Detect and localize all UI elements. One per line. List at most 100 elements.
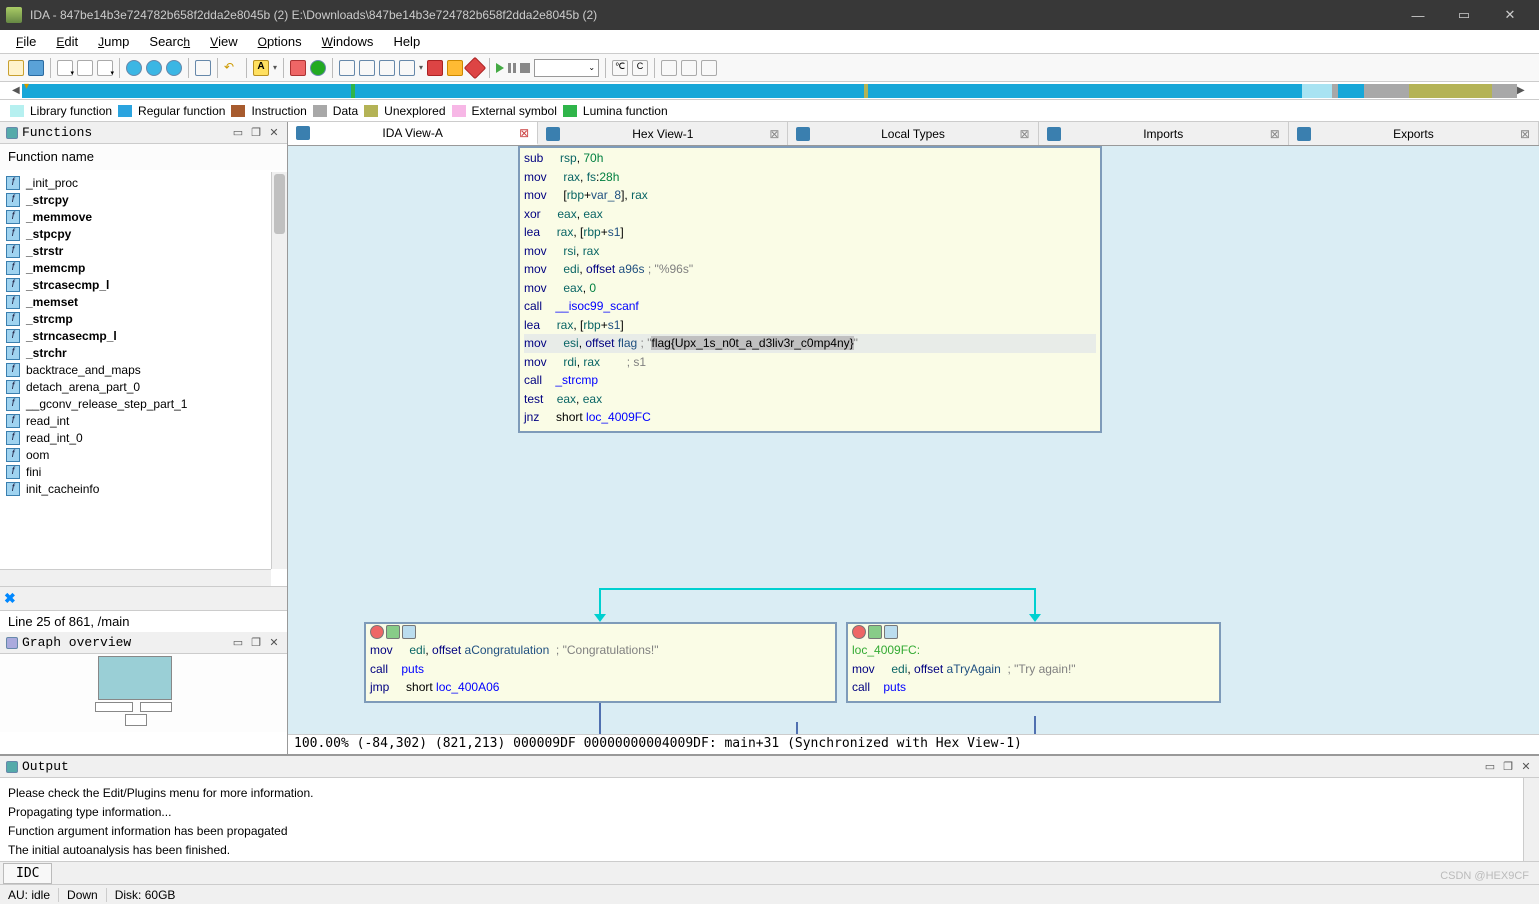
pane-close-button[interactable]: ✕ xyxy=(267,636,281,650)
function-row[interactable]: f_stpcpy xyxy=(6,225,265,242)
function-row[interactable]: ffini xyxy=(6,463,265,480)
db2-icon[interactable] xyxy=(359,60,375,76)
functions-filter-input[interactable] xyxy=(22,592,283,606)
function-row[interactable]: f_init_proc xyxy=(6,174,265,191)
db3-icon[interactable] xyxy=(379,60,395,76)
close-button[interactable]: ✕ xyxy=(1487,0,1533,30)
function-row[interactable]: foom xyxy=(6,446,265,463)
graph-overview[interactable] xyxy=(0,654,287,754)
list1-icon[interactable] xyxy=(661,60,677,76)
nav-fwd-icon[interactable] xyxy=(146,60,162,76)
undo-icon[interactable]: ↶ xyxy=(224,60,240,76)
functions-scrollbar-v[interactable] xyxy=(271,172,287,569)
menu-jump[interactable]: Jump xyxy=(88,32,139,51)
edit-icon[interactable] xyxy=(386,625,400,639)
nav-band[interactable]: ◀ ▾ ▶ xyxy=(0,82,1539,100)
function-row[interactable]: f_strchr xyxy=(6,344,265,361)
tab-close-icon[interactable]: ⊠ xyxy=(1270,127,1280,141)
menu-search[interactable]: Search xyxy=(139,32,200,51)
tab-close-icon[interactable]: ⊠ xyxy=(1520,127,1530,141)
bp-icon[interactable] xyxy=(370,625,384,639)
segment-icon[interactable] xyxy=(77,60,93,76)
db5-icon[interactable] xyxy=(427,60,443,76)
script-icon[interactable]: ▾ xyxy=(57,60,73,76)
save-icon[interactable] xyxy=(28,60,44,76)
menu-options[interactable]: Options xyxy=(248,32,312,51)
db4-icon[interactable] xyxy=(399,60,415,76)
function-row[interactable]: f_strncasecmp_l xyxy=(6,327,265,344)
bp-icon[interactable] xyxy=(310,60,326,76)
output-scrollbar[interactable] xyxy=(1523,778,1539,861)
idc-button[interactable]: IDC xyxy=(3,863,52,884)
nav-scroll-right-icon[interactable]: ▶ xyxy=(1517,85,1527,97)
functions-list[interactable]: Function name f_init_procf_strcpyf_memmo… xyxy=(0,144,287,586)
refresh-icon[interactable] xyxy=(166,60,182,76)
output-text[interactable]: Please check the Edit/Plugins menu for m… xyxy=(0,778,1539,861)
function-row[interactable]: f_strstr xyxy=(6,242,265,259)
function-row[interactable]: fbacktrace_and_maps xyxy=(6,361,265,378)
db1-icon[interactable] xyxy=(339,60,355,76)
function-row[interactable]: fread_int xyxy=(6,412,265,429)
minimize-button[interactable]: — xyxy=(1395,0,1441,30)
calc2-icon[interactable]: C xyxy=(632,60,648,76)
debugger-combo[interactable]: ⌄ xyxy=(534,59,599,77)
menu-windows[interactable]: Windows xyxy=(312,32,384,51)
pane-restore-button[interactable]: ❐ xyxy=(1501,760,1515,774)
maximize-button[interactable]: ▭ xyxy=(1441,0,1487,30)
calc-icon[interactable]: ℃ xyxy=(612,60,628,76)
list3-icon[interactable] xyxy=(701,60,717,76)
pane-restore-button[interactable]: ❐ xyxy=(249,636,263,650)
edit-icon[interactable] xyxy=(868,625,882,639)
db6-icon[interactable] xyxy=(447,60,463,76)
open-icon[interactable] xyxy=(8,60,24,76)
navigation-bar[interactable]: ▾ xyxy=(22,84,1517,98)
menu-help[interactable]: Help xyxy=(383,32,430,51)
function-row[interactable]: fread_int_0 xyxy=(6,429,265,446)
menu-file[interactable]: File xyxy=(6,32,46,51)
function-row[interactable]: f_strcasecmp_l xyxy=(6,276,265,293)
tab-exports[interactable]: Exports⊠ xyxy=(1289,122,1539,145)
functions-filter[interactable]: ✖ xyxy=(0,586,287,610)
ida-view-a[interactable]: sub rsp, 70hmov rax, fs:28hmov [rbp+var_… xyxy=(288,146,1539,754)
function-row[interactable]: finit_cacheinfo xyxy=(6,480,265,497)
block-congratulations[interactable]: mov edi, offset aCongratulation ; "Congr… xyxy=(364,622,837,703)
bp-icon[interactable] xyxy=(852,625,866,639)
function-row[interactable]: f_strcpy xyxy=(6,191,265,208)
function-row[interactable]: f_strcmp xyxy=(6,310,265,327)
graph-icon[interactable] xyxy=(884,625,898,639)
zoom-icon[interactable] xyxy=(195,60,211,76)
function-row[interactable]: fdetach_arena_part_0 xyxy=(6,378,265,395)
list2-icon[interactable] xyxy=(681,60,697,76)
run-icon[interactable] xyxy=(496,63,504,73)
text-icon[interactable]: A xyxy=(253,60,269,76)
color-icon[interactable] xyxy=(290,60,306,76)
block-tryagain[interactable]: loc_4009FC:mov edi, offset aTryAgain ; "… xyxy=(846,622,1221,703)
pane-restore-button[interactable]: ❐ xyxy=(249,126,263,140)
tab-ida-view-a[interactable]: IDA View-A⊠ xyxy=(288,122,538,145)
stop-icon[interactable] xyxy=(520,63,530,73)
pane-float-button[interactable]: ▭ xyxy=(231,126,245,140)
db7-icon[interactable] xyxy=(464,56,487,79)
tab-close-icon[interactable]: ⊠ xyxy=(519,126,529,140)
function-row[interactable]: f__gconv_release_step_part_1 xyxy=(6,395,265,412)
function-row[interactable]: f_memcmp xyxy=(6,259,265,276)
clear-filter-icon[interactable]: ✖ xyxy=(4,590,16,607)
tab-close-icon[interactable]: ⊠ xyxy=(769,127,779,141)
tab-close-icon[interactable]: ⊠ xyxy=(1020,127,1030,141)
pane-close-button[interactable]: ✕ xyxy=(267,126,281,140)
nav-scroll-left-icon[interactable]: ◀ xyxy=(12,85,22,97)
pane-close-button[interactable]: ✕ xyxy=(1519,760,1533,774)
menu-edit[interactable]: Edit xyxy=(46,32,88,51)
graph-icon[interactable] xyxy=(402,625,416,639)
functions-scrollbar-h[interactable] xyxy=(0,569,271,586)
pane-float-button[interactable]: ▭ xyxy=(1483,760,1497,774)
dropdown-icon[interactable]: ▾ xyxy=(97,60,113,76)
function-row[interactable]: f_memmove xyxy=(6,208,265,225)
pause-icon[interactable] xyxy=(508,63,516,73)
functions-column-header[interactable]: Function name xyxy=(0,144,287,170)
function-row[interactable]: f_memset xyxy=(6,293,265,310)
menu-view[interactable]: View xyxy=(200,32,248,51)
pane-float-button[interactable]: ▭ xyxy=(231,636,245,650)
tab-local-types[interactable]: Local Types⊠ xyxy=(788,122,1038,145)
block-main[interactable]: sub rsp, 70hmov rax, fs:28hmov [rbp+var_… xyxy=(518,146,1102,433)
